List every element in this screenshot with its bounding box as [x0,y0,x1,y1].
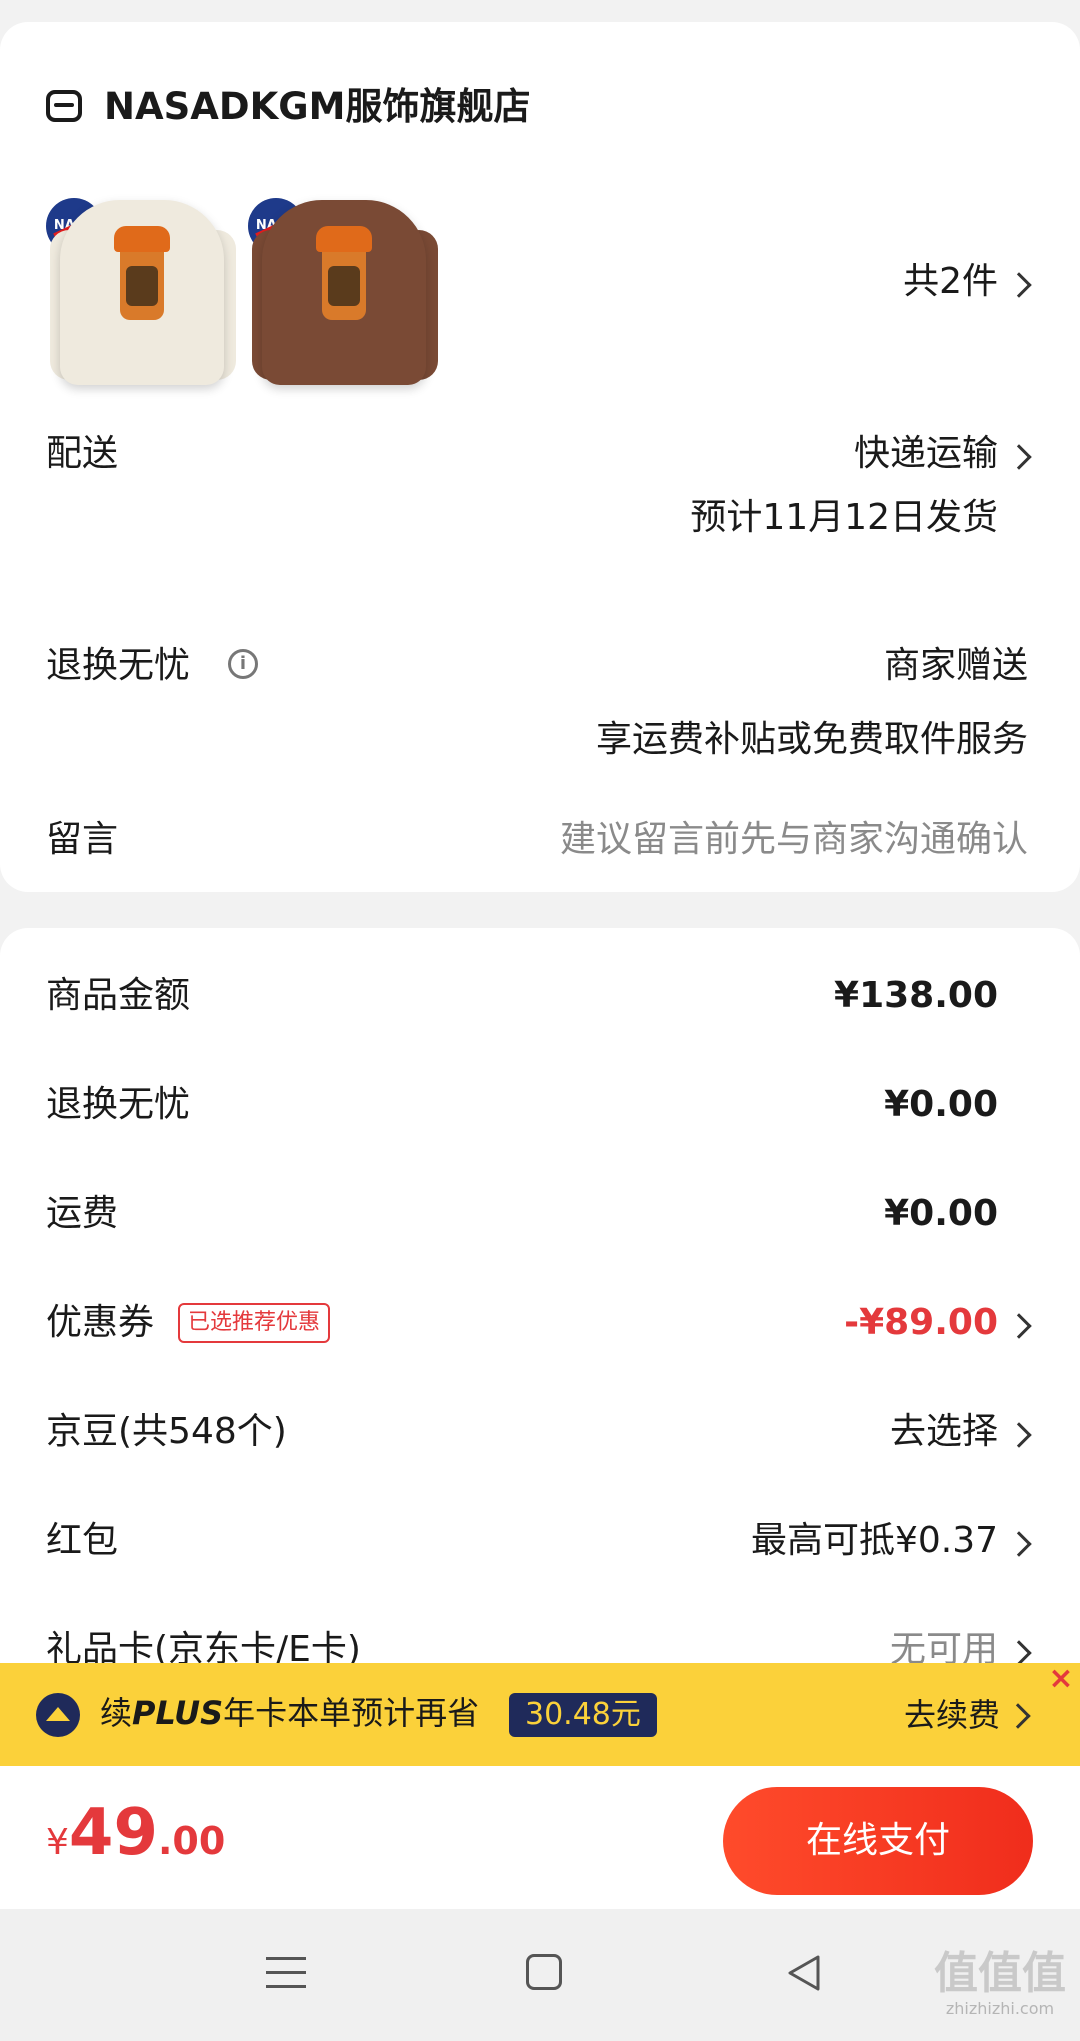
chevron-right-icon [1006,1422,1032,1448]
message-input[interactable]: 建议留言前先与商家沟通确认 [560,818,1028,862]
chevron-right-icon [1005,1703,1031,1729]
system-nav-bar: 值值值 zhizhizhi.com [0,1909,1080,2041]
return-fee-value: ¥0.00 [884,1084,998,1125]
back-icon[interactable] [786,1953,822,1997]
goods-amount-label: 商品金额 [46,975,191,1016]
plus-amount-badge: 30.48元 [509,1693,657,1737]
plus-crown-icon [36,1693,80,1737]
product-thumbnail[interactable]: NASA [248,170,438,400]
close-icon[interactable]: × [1046,1661,1076,1697]
info-icon[interactable]: i [228,649,258,679]
return-fee-label: 退换无忧 [46,1084,191,1125]
plus-renew-button[interactable]: 去续费 [904,1693,1000,1737]
return-worry-desc: 享运费补贴或免费取件服务 [595,719,1028,760]
delivery-method[interactable]: 快递运输 [854,432,998,476]
redpacket-label: 红包 [46,1520,119,1561]
plus-logo: PLUS [132,1694,224,1732]
product-thumbnail[interactable]: NASA [46,170,236,400]
coupon-tag: 已选推荐优惠 [178,1303,331,1343]
message-label: 留言 [46,819,119,860]
chevron-right-icon [1006,1531,1032,1557]
home-icon[interactable] [526,1954,562,1990]
delivery-label: 配送 [46,433,119,474]
delivery-estimate: 预计11月12日发货 [690,497,998,538]
pay-online-button[interactable]: 在线支付 [723,1787,1033,1895]
total-price: ¥49.00 [46,1796,226,1870]
store-name: NASADKGM服饰旗舰店 [104,85,531,128]
goods-amount-value: ¥138.00 [834,975,998,1016]
shipping-value: ¥0.00 [884,1193,998,1234]
coupon-value[interactable]: -¥89.00 [844,1301,998,1345]
coupon-label: 优惠券 [46,1302,155,1343]
checkout-bar: ¥49.00 在线支付 [0,1766,1080,1909]
plus-banner[interactable]: 续PLUS年卡本单预计再省 30.48元 去续费 × [0,1661,1080,1766]
beans-select[interactable]: 去选择 [890,1410,998,1454]
shipping-label: 运费 [46,1193,119,1234]
chevron-right-icon [1006,1640,1032,1666]
return-worry-value: 商家赠送 [883,645,1028,686]
chevron-right-icon [1006,1313,1032,1339]
products-count[interactable]: 共2件 [903,260,998,304]
chevron-right-icon [1006,444,1032,470]
chevron-right-icon [1006,272,1032,298]
bear-graphic [114,226,170,320]
redpacket-value[interactable]: 最高可抵¥0.37 [751,1519,998,1563]
price-summary-card: 商品金额 ¥138.00 退换无忧 ¥0.00 运费 ¥0.00 优惠券 已选推… [0,928,1080,1688]
bear-graphic [316,226,372,320]
order-info-card: NASADKGM服饰旗舰店 NASA NASA 共2件 配送 快递运输 预计11… [0,22,1080,892]
store-icon [46,90,82,122]
beans-label: 京豆(共548个) [46,1411,287,1452]
menu-icon[interactable] [266,1953,306,1993]
watermark: 值值值 zhizhizhi.com [934,1948,1066,2019]
plus-text: 续PLUS年卡本单预计再省 [100,1694,480,1732]
return-worry-label: 退换无忧 [46,645,191,686]
